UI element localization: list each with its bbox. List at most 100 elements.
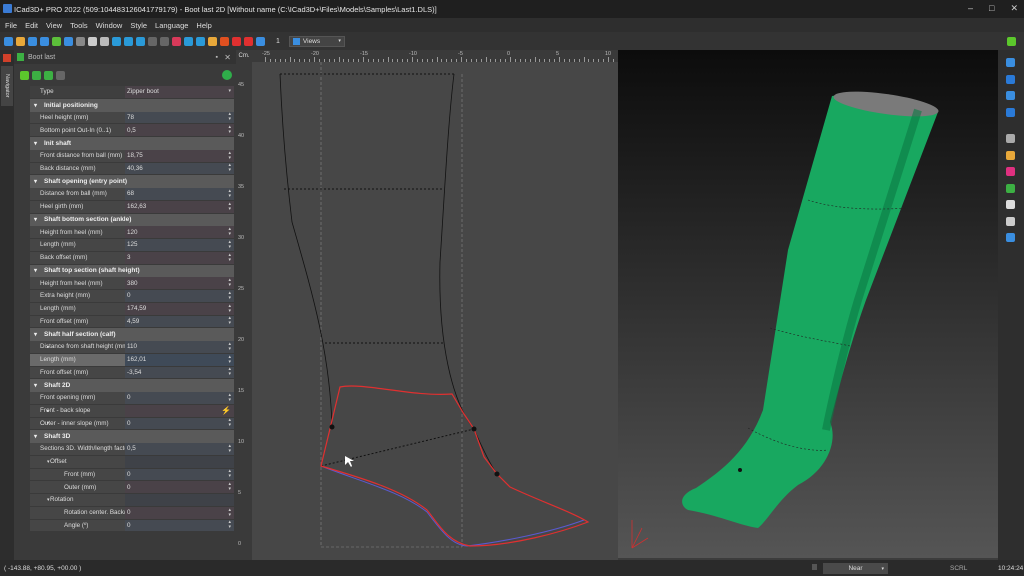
property-group[interactable]: ▾ Offset bbox=[30, 455, 234, 469]
control-point[interactable] bbox=[329, 424, 335, 430]
spinner-icon[interactable]: ▴ ▾ bbox=[228, 112, 231, 122]
back-profile[interactable] bbox=[279, 73, 333, 428]
section-header[interactable]: Initial positioning bbox=[30, 98, 234, 112]
control-point[interactable] bbox=[471, 426, 477, 432]
property-row[interactable]: Rotation center. Back/front0▴▾ bbox=[30, 506, 234, 520]
spinner-icon[interactable]: ▴ ▾ bbox=[228, 188, 231, 199]
angle-icon[interactable] bbox=[196, 36, 205, 46]
type-value[interactable]: Zipper boot ▾ bbox=[125, 86, 234, 98]
unlink-icon[interactable] bbox=[160, 36, 169, 46]
expand-icon[interactable]: ▸ bbox=[47, 408, 50, 414]
snap-mode-select[interactable]: Near ▾ bbox=[823, 563, 888, 574]
view-tool-icon[interactable] bbox=[1006, 216, 1015, 226]
section-header[interactable]: Shaft bottom section (ankle) bbox=[30, 213, 234, 227]
menu-window[interactable]: Window bbox=[96, 21, 123, 30]
step-spinner[interactable]: 1 bbox=[276, 38, 280, 45]
minimize-button[interactable]: – bbox=[968, 3, 973, 14]
property-group[interactable]: ▾ Rotation bbox=[30, 494, 234, 507]
property-row[interactable]: Back distance (mm) 40,36 ▴ ▾ bbox=[30, 162, 234, 176]
flag-icon[interactable] bbox=[244, 36, 253, 46]
property-row[interactable]: Heel height (mm) 78 ▴ ▾ bbox=[30, 111, 234, 125]
spinner-icon[interactable]: ▴ ▾ bbox=[228, 150, 231, 161]
property-row[interactable]: Length (mm) 174,59 ▴ ▾ bbox=[30, 302, 234, 316]
transform-icon[interactable] bbox=[52, 36, 61, 46]
property-value[interactable]: 174,59 ▴ ▾ bbox=[125, 302, 234, 315]
collapse-icon[interactable]: ▾ bbox=[47, 497, 50, 503]
spinner-icon[interactable]: ▴ ▾ bbox=[228, 520, 231, 530]
drawing-canvas-2d[interactable] bbox=[252, 62, 618, 560]
section-header[interactable]: Shaft 2D bbox=[30, 379, 234, 392]
view-tool-icon[interactable] bbox=[1006, 167, 1015, 176]
spinner-icon[interactable]: ▴ ▾ bbox=[228, 278, 231, 288]
front-profile[interactable] bbox=[439, 73, 498, 475]
spinner-icon[interactable]: ▴ ▾ bbox=[228, 239, 231, 250]
section-header[interactable]: Shaft opening (entry point) bbox=[30, 175, 234, 188]
control-point[interactable] bbox=[494, 471, 500, 477]
type-select[interactable]: Type Zipper boot ▾ bbox=[30, 86, 234, 99]
spinner-icon[interactable]: ▴ ▾ bbox=[228, 316, 231, 326]
maximize-button[interactable]: □ bbox=[989, 3, 994, 14]
view-tool-icon[interactable] bbox=[1006, 58, 1015, 67]
save-icon[interactable] bbox=[4, 36, 13, 46]
layout-icon[interactable] bbox=[1007, 36, 1016, 46]
open-icon[interactable] bbox=[16, 36, 25, 46]
view-tool-icon[interactable] bbox=[1006, 150, 1015, 160]
property-value[interactable]: 0 ▴ ▾ bbox=[125, 290, 234, 302]
property-value[interactable]: 40,36 ▴ ▾ bbox=[125, 162, 234, 175]
property-value[interactable]: 380 ▴ ▾ bbox=[125, 277, 234, 289]
spinner-icon[interactable]: ▴ ▾ bbox=[228, 201, 231, 212]
property-row[interactable]: Bottom point Out-In (0..1) 0,5 ▴ ▾ bbox=[30, 124, 234, 137]
scissors-icon[interactable] bbox=[100, 36, 109, 46]
spinner-icon[interactable]: ▴ ▾ bbox=[228, 163, 231, 173]
property-value[interactable]: 0,5 ▴ ▾ bbox=[125, 443, 234, 455]
expand-icon[interactable]: ▸ bbox=[47, 420, 50, 426]
property-value[interactable]: 0 ▴ ▾ bbox=[125, 468, 234, 481]
section-header[interactable]: Shaft 3D bbox=[30, 430, 234, 443]
line-icon[interactable] bbox=[184, 36, 193, 46]
lightning-icon[interactable]: ⚡ bbox=[221, 407, 231, 415]
property-row[interactable]: Length (mm) 125 ▴ ▾ bbox=[30, 239, 234, 252]
property-value[interactable]: ⚡ bbox=[125, 404, 234, 417]
property-value[interactable]: 0 ▴ ▾ bbox=[125, 481, 234, 493]
viewport-3d[interactable] bbox=[618, 50, 998, 558]
view-tool-icon[interactable] bbox=[1006, 91, 1015, 100]
property-row[interactable]: ▸ Front - back slope ⚡ bbox=[30, 404, 234, 418]
spinner-icon[interactable]: ▴ ▾ bbox=[228, 341, 231, 352]
upper-outline[interactable] bbox=[320, 385, 590, 547]
property-row[interactable]: ▸ Distance from shaft height (mm) 110 ▴ ▾ bbox=[30, 341, 234, 354]
views-dropdown[interactable]: Views ▾ bbox=[288, 35, 345, 47]
property-row[interactable]: Front opening (mm) 0 ▴ ▾ bbox=[30, 392, 234, 405]
property-value[interactable]: 78 ▴ ▾ bbox=[125, 111, 234, 124]
zoom-icon[interactable] bbox=[40, 36, 49, 46]
lock-icon[interactable] bbox=[208, 36, 217, 46]
property-value[interactable]: 0 ▴ ▾ bbox=[125, 506, 234, 519]
spinner-icon[interactable]: ▴ ▾ bbox=[228, 469, 231, 479]
menu-help[interactable]: Help bbox=[196, 21, 211, 30]
property-value[interactable]: 18,75 ▴ ▾ bbox=[125, 149, 234, 162]
spinner-icon[interactable]: ▴ ▾ bbox=[228, 252, 231, 263]
menu-style[interactable]: Style bbox=[130, 21, 147, 30]
property-value[interactable]: 0,5 ▴ ▾ bbox=[125, 124, 234, 136]
snap-toggle[interactable] bbox=[812, 564, 817, 570]
refresh-icon[interactable] bbox=[222, 70, 232, 80]
boot-new-icon[interactable] bbox=[20, 70, 29, 80]
view-tool-icon[interactable] bbox=[1006, 200, 1015, 209]
view-tool-icon[interactable] bbox=[1006, 134, 1015, 143]
property-row[interactable]: Height from heel (mm) 120 ▴ ▾ bbox=[30, 226, 234, 239]
boot-load-icon[interactable] bbox=[32, 70, 41, 80]
property-value[interactable]: 68 ▴ ▾ bbox=[125, 188, 234, 200]
redo-icon[interactable] bbox=[76, 36, 85, 46]
property-row[interactable]: Front offset (mm) -3,54 ▴ ▾ bbox=[30, 366, 234, 380]
spinner-icon[interactable]: ▴ ▾ bbox=[228, 507, 231, 518]
property-row[interactable]: Front (mm) 0 ▴ ▾ bbox=[30, 468, 234, 482]
property-value[interactable]: 125 ▴ ▾ bbox=[125, 239, 234, 251]
view-tool-icon[interactable] bbox=[1006, 74, 1015, 84]
property-row[interactable]: Back offset (mm) 3 ▴ ▾ bbox=[30, 251, 234, 265]
spinner-icon[interactable]: ▴ ▾ bbox=[228, 303, 231, 314]
spinner-icon[interactable]: ▴ ▾ bbox=[228, 482, 231, 492]
spinner-icon[interactable]: ▴ ▾ bbox=[228, 290, 231, 301]
boot-2d-drawing[interactable] bbox=[252, 62, 618, 560]
phone-icon[interactable] bbox=[220, 36, 229, 46]
property-row[interactable]: Front offset (mm) 4,59 ▴ ▾ bbox=[30, 315, 234, 329]
property-value[interactable]: 162,01 ▴ ▾ bbox=[125, 353, 234, 366]
